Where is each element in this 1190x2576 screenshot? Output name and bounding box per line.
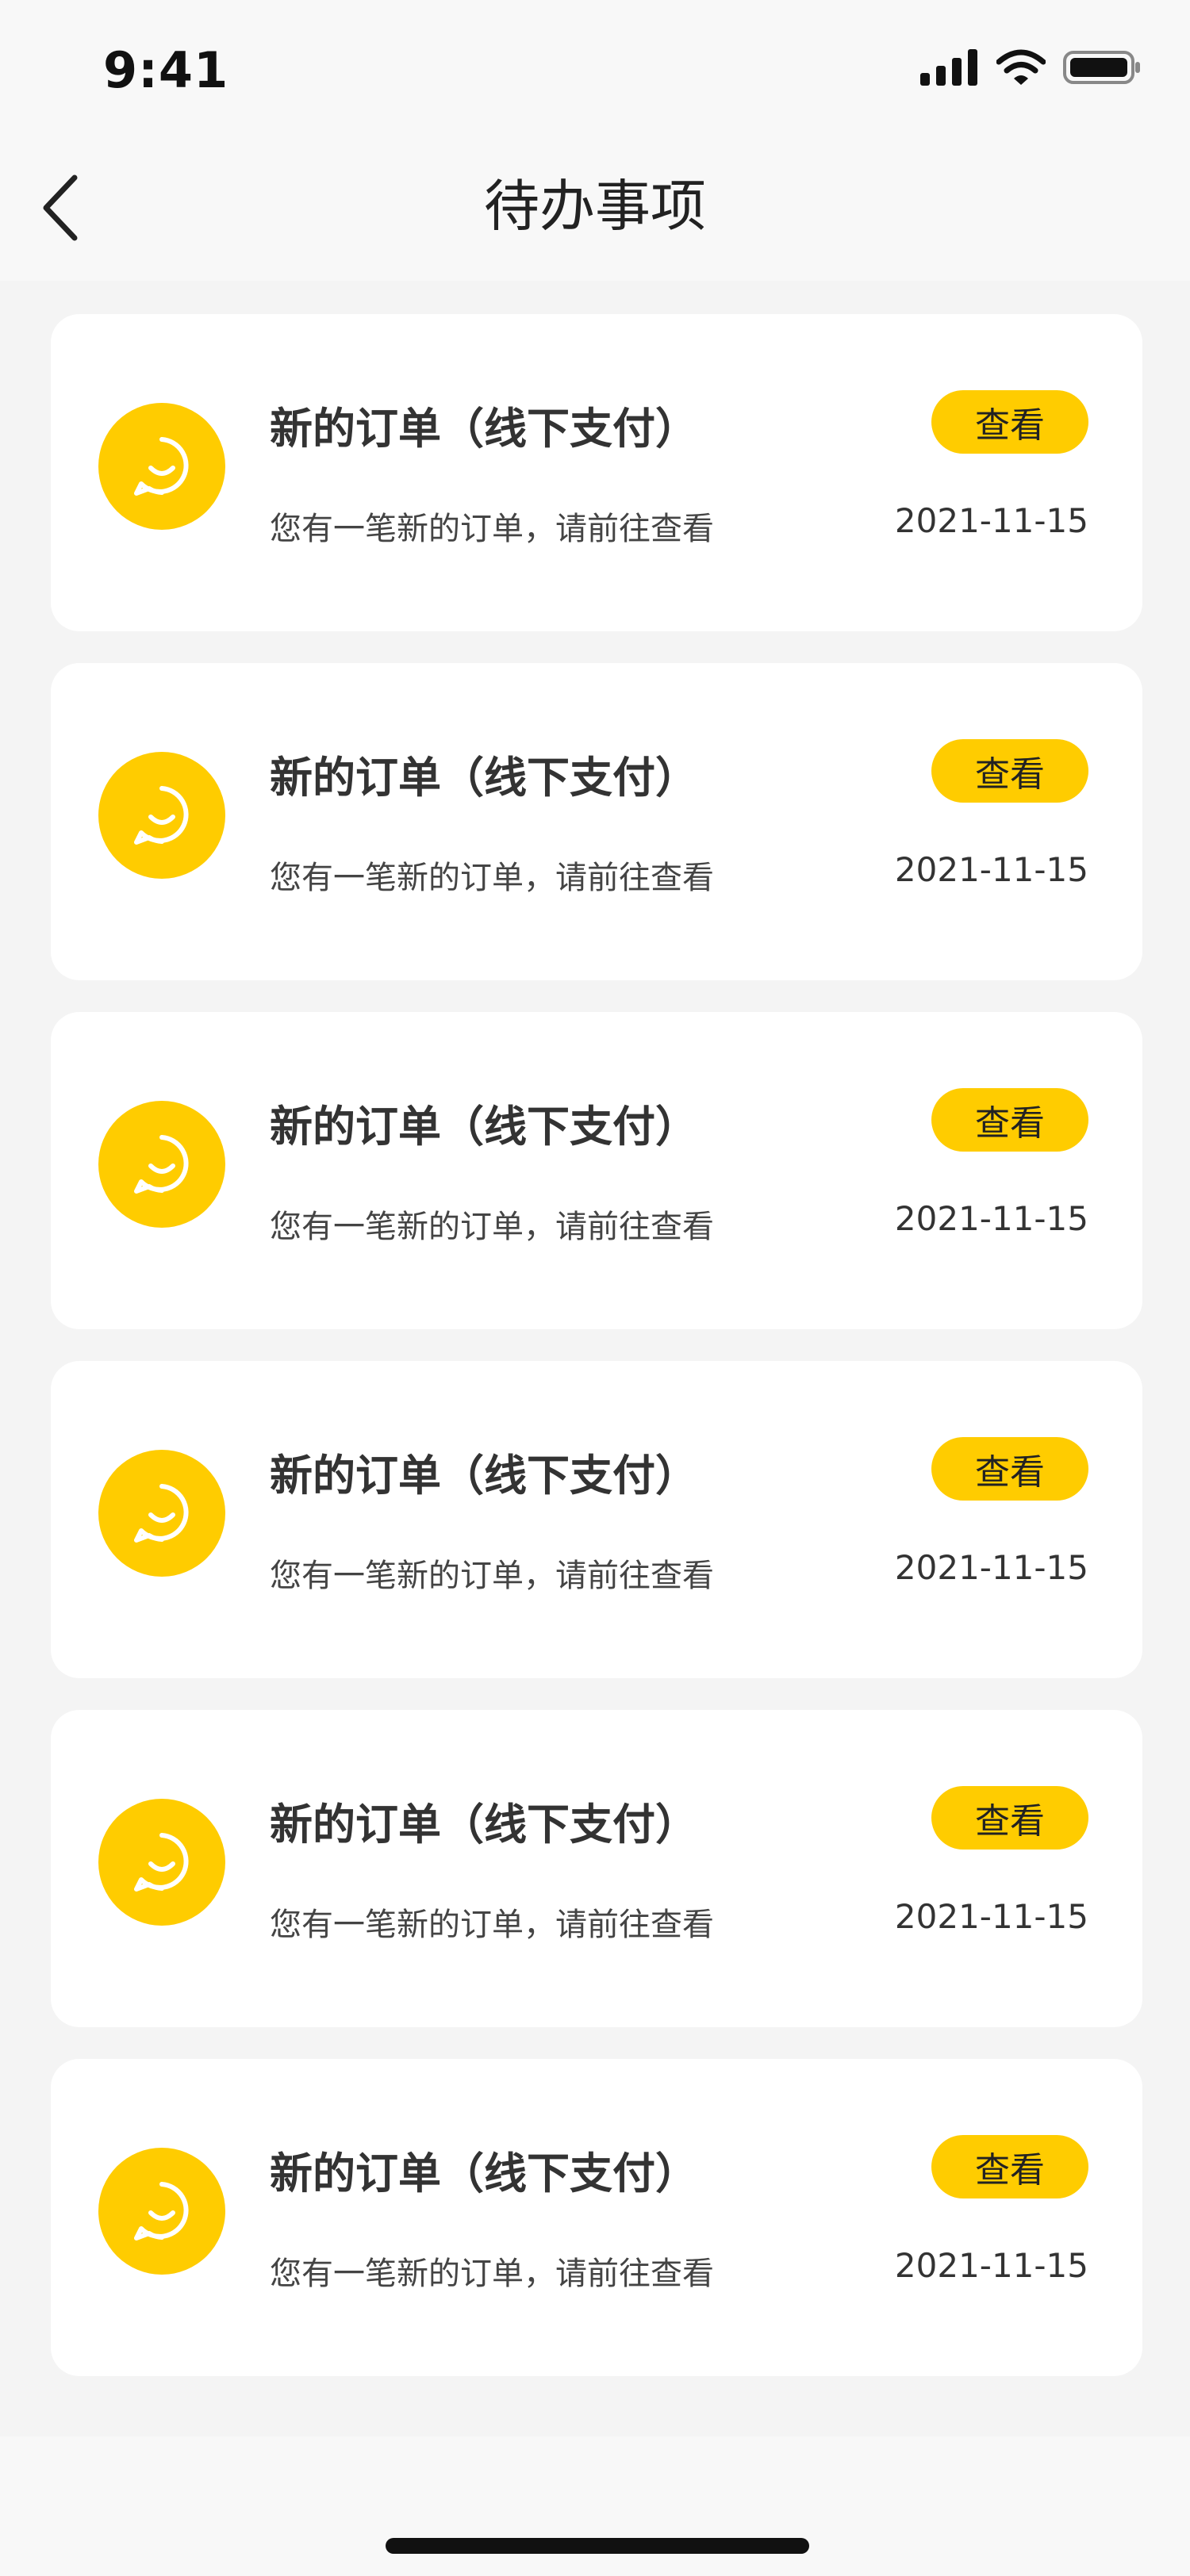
- status-bar: 9:41: [0, 0, 1190, 135]
- view-button[interactable]: 查看: [931, 739, 1088, 803]
- avatar: [98, 1450, 225, 1577]
- home-indicator[interactable]: [386, 2538, 809, 2554]
- todo-card[interactable]: 新的订单（线下支付） 您有一笔新的订单，请前往查看 查看 2021-11-15: [51, 314, 1142, 631]
- card-date: 2021-11-15: [894, 2246, 1088, 2285]
- card-date: 2021-11-15: [894, 850, 1088, 889]
- card-description: 您有一笔新的订单，请前往查看: [270, 2256, 714, 2292]
- chat-smile-icon: [134, 1135, 189, 1194]
- view-button[interactable]: 查看: [931, 390, 1088, 454]
- page-title: 待办事项: [484, 174, 706, 239]
- chat-smile-icon: [134, 2182, 189, 2241]
- view-button[interactable]: 查看: [931, 2135, 1088, 2198]
- avatar: [98, 2148, 225, 2275]
- chat-smile-icon: [134, 786, 189, 845]
- chat-smile-icon: [134, 1484, 189, 1543]
- avatar: [98, 403, 225, 530]
- card-description: 您有一笔新的订单，请前往查看: [270, 860, 714, 896]
- card-description: 您有一笔新的订单，请前往查看: [270, 511, 714, 547]
- card-title: 新的订单（线下支付）: [270, 1102, 698, 1152]
- bottom-bar: [0, 2436, 1190, 2576]
- card-description: 您有一笔新的订单，请前往查看: [270, 1907, 714, 1943]
- todo-card[interactable]: 新的订单（线下支付） 您有一笔新的订单，请前往查看 查看 2021-11-15: [51, 1012, 1142, 1329]
- avatar: [98, 752, 225, 879]
- view-button[interactable]: 查看: [931, 1088, 1088, 1152]
- signal-icon: [920, 49, 977, 86]
- card-description: 您有一笔新的订单，请前往查看: [270, 1558, 714, 1594]
- card-title: 新的订单（线下支付）: [270, 1800, 698, 1850]
- status-time: 9:41: [103, 41, 229, 99]
- todo-card[interactable]: 新的订单（线下支付） 您有一笔新的订单，请前往查看 查看 2021-11-15: [51, 1710, 1142, 2027]
- todo-list: 新的订单（线下支付） 您有一笔新的订单，请前往查看 查看 2021-11-15 …: [51, 314, 1142, 2408]
- card-description: 您有一笔新的订单，请前往查看: [270, 1209, 714, 1245]
- card-title: 新的订单（线下支付）: [270, 404, 698, 454]
- wifi-icon: [996, 49, 1046, 85]
- view-button[interactable]: 查看: [931, 1786, 1088, 1850]
- todo-card[interactable]: 新的订单（线下支付） 您有一笔新的订单，请前往查看 查看 2021-11-15: [51, 1361, 1142, 1678]
- card-title: 新的订单（线下支付）: [270, 753, 698, 803]
- todo-card[interactable]: 新的订单（线下支付） 您有一笔新的订单，请前往查看 查看 2021-11-15: [51, 2059, 1142, 2376]
- card-date: 2021-11-15: [894, 1199, 1088, 1238]
- card-date: 2021-11-15: [894, 1548, 1088, 1587]
- chat-smile-icon: [134, 437, 189, 496]
- card-date: 2021-11-15: [894, 501, 1088, 540]
- navigation-bar: 待办事项: [0, 135, 1190, 281]
- view-button[interactable]: 查看: [931, 1437, 1088, 1501]
- chat-smile-icon: [134, 1833, 189, 1892]
- card-title: 新的订单（线下支付）: [270, 1451, 698, 1501]
- avatar: [98, 1799, 225, 1926]
- card-date: 2021-11-15: [894, 1897, 1088, 1936]
- card-title: 新的订单（线下支付）: [270, 2149, 698, 2198]
- status-icons: [920, 49, 1142, 86]
- battery-icon: [1063, 51, 1140, 84]
- todo-card[interactable]: 新的订单（线下支付） 您有一笔新的订单，请前往查看 查看 2021-11-15: [51, 663, 1142, 980]
- avatar: [98, 1101, 225, 1228]
